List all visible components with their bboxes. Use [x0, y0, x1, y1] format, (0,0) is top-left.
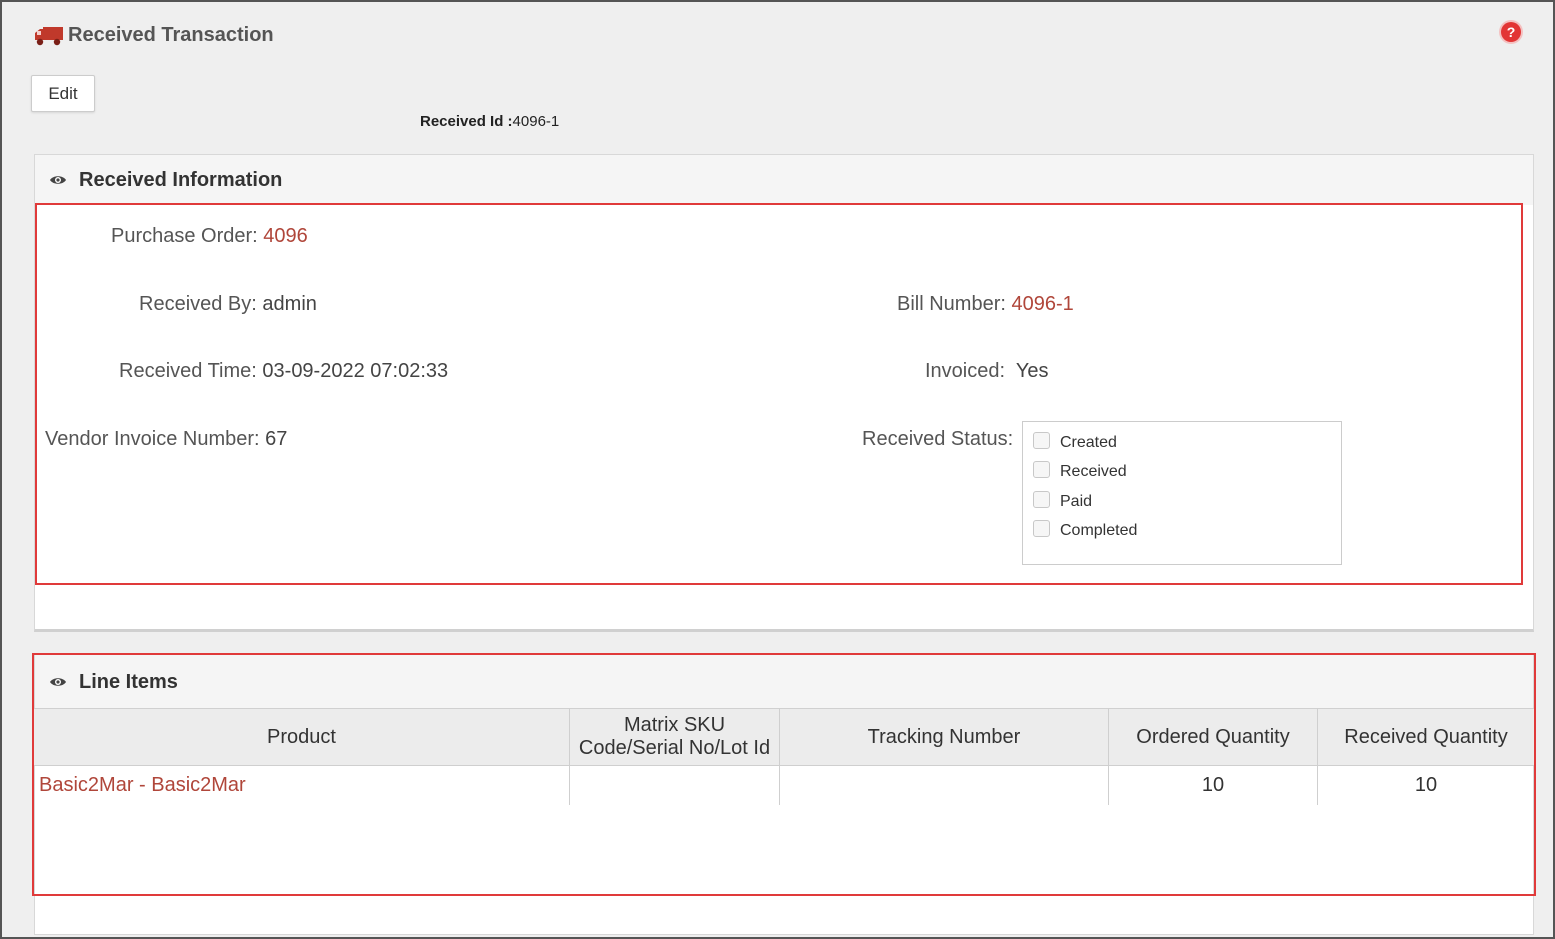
checkbox-completed[interactable] — [1033, 519, 1050, 537]
status-option-paid[interactable]: Paid — [1033, 490, 1093, 511]
received-information-header[interactable]: Received Information — [35, 155, 1533, 205]
checkbox-created[interactable] — [1033, 431, 1050, 449]
status-option-label: Completed — [1060, 522, 1138, 539]
edit-button[interactable]: Edit — [31, 75, 95, 112]
line-items-highlight — [32, 653, 1536, 896]
vendor-invoice-field: Vendor Invoice Number: 67 — [45, 428, 287, 451]
received-by-value: admin — [262, 293, 317, 315]
bill-number-label: Bill Number: — [897, 293, 1006, 315]
received-by-field: Received By: admin — [139, 293, 317, 316]
status-option-label: Received — [1060, 463, 1127, 480]
help-icon[interactable]: ? — [1501, 22, 1521, 42]
invoiced-field: Invoiced: Yes — [925, 360, 1048, 383]
purchase-order-label: Purchase Order: — [111, 225, 258, 247]
purchase-order-link[interactable]: 4096 — [263, 225, 308, 247]
status-option-received[interactable]: Received — [1033, 460, 1127, 481]
checkbox-paid[interactable] — [1033, 490, 1050, 508]
purchase-order-field: Purchase Order: 4096 — [111, 225, 308, 248]
vendor-invoice-label: Vendor Invoice Number: — [45, 428, 260, 450]
received-by-label: Received By: — [139, 293, 257, 315]
vendor-invoice-value: 67 — [265, 428, 288, 450]
status-option-label: Paid — [1060, 493, 1093, 510]
received-time-field: Received Time: 03-09-2022 07:02:33 — [119, 360, 448, 383]
truck-icon — [35, 26, 63, 45]
received-time-value: 03-09-2022 07:02:33 — [262, 360, 449, 382]
bill-number-field: Bill Number: 4096-1 — [897, 293, 1074, 316]
eye-icon — [50, 176, 66, 184]
received-id: Received Id :4096-1 — [420, 113, 559, 130]
checkbox-received[interactable] — [1033, 460, 1050, 478]
status-option-label: Created — [1060, 434, 1117, 451]
bill-number-link[interactable]: 4096-1 — [1011, 293, 1073, 315]
invoiced-label: Invoiced: — [925, 360, 1006, 382]
received-information-title: Received Information — [79, 168, 283, 191]
page-title-text: Received Transaction — [68, 24, 274, 46]
page-title: Received Transaction — [34, 24, 274, 47]
received-status-list: Created Received Paid Completed — [1022, 421, 1342, 565]
received-id-label: Received Id : — [420, 113, 513, 130]
invoiced-value: Yes — [1015, 360, 1049, 382]
received-time-label: Received Time: — [119, 360, 257, 382]
status-option-created[interactable]: Created — [1033, 431, 1117, 452]
received-id-value: 4096-1 — [512, 113, 560, 130]
received-status-label: Received Status: — [862, 428, 1014, 450]
status-option-completed[interactable]: Completed — [1033, 519, 1138, 540]
